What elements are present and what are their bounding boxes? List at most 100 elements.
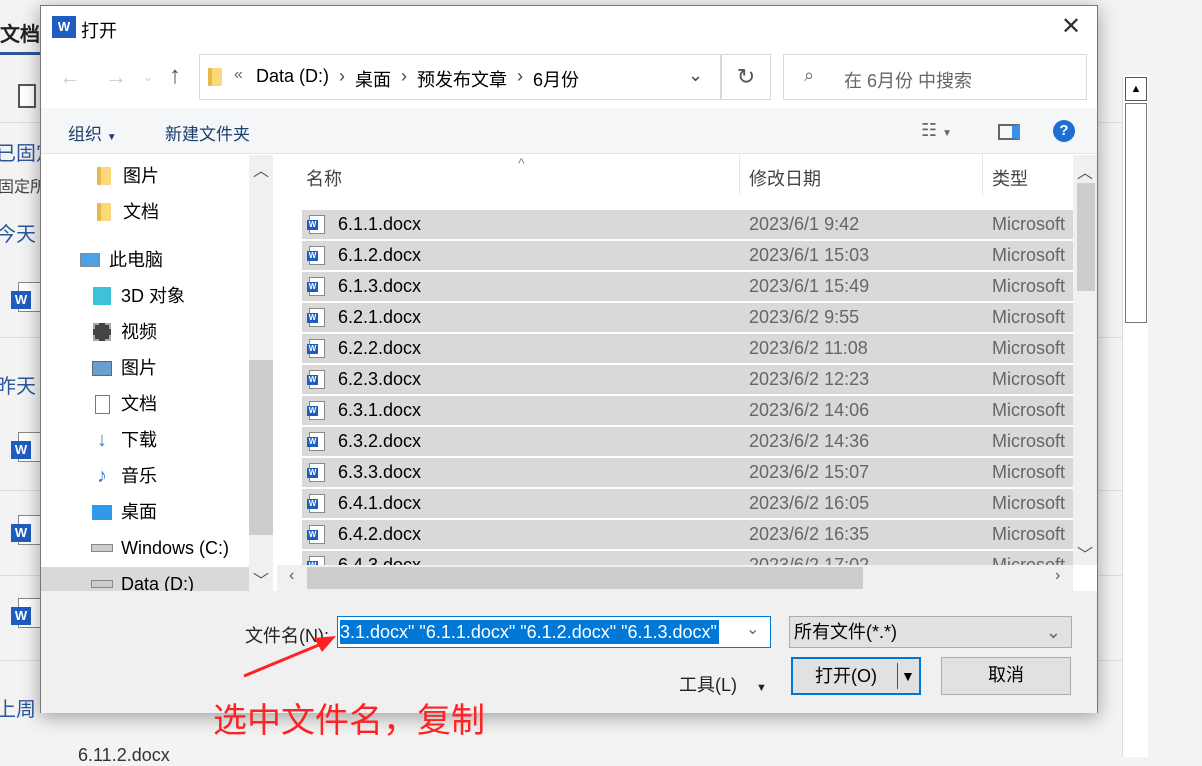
file-date: 2023/6/2 12:23	[749, 369, 870, 389]
nav-item-label: 图片	[121, 358, 157, 378]
up-icon[interactable]: ↑	[169, 62, 181, 90]
path-overflow[interactable]: «	[234, 66, 243, 84]
nav-item-label: 图片	[123, 166, 159, 186]
tools-button[interactable]: 工具(L) ▼	[679, 671, 767, 697]
search-placeholder: 在 6月份 中搜索	[844, 71, 973, 91]
dialog-title: 打开	[81, 21, 117, 41]
bg-scrollbar[interactable]: ▲	[1122, 75, 1148, 757]
column-header-type[interactable]: 类型	[992, 165, 1028, 191]
view-options-icon[interactable]: ☷ ▼	[921, 120, 952, 141]
nav-item[interactable]: Windows (C:)	[91, 531, 229, 565]
nav-item-label: 桌面	[121, 502, 157, 522]
breadcrumb-item[interactable]: 桌面	[355, 66, 391, 92]
word-doc-icon: W	[307, 432, 325, 451]
help-icon[interactable]: ?	[1053, 120, 1075, 142]
filename-selected-text: 3.1.docx" "6.1.1.docx" "6.1.2.docx" "6.1…	[340, 620, 719, 644]
recent-chevron-icon[interactable]: ⌄	[143, 70, 153, 84]
organize-button[interactable]: 组织 ▼	[68, 120, 117, 145]
file-row[interactable]: W 6.3.1.docx 2023/6/2 14:06 Microsoft	[302, 396, 1073, 425]
column-header-date[interactable]: 修改日期	[749, 165, 821, 191]
word-doc-icon: W	[307, 370, 325, 389]
word-doc-icon: W	[307, 525, 325, 544]
file-row[interactable]: W 6.4.2.docx 2023/6/2 16:35 Microsoft	[302, 520, 1073, 549]
nav-item[interactable]: 图片	[91, 351, 157, 385]
file-row[interactable]: W 6.4.1.docx 2023/6/2 16:05 Microsoft	[302, 489, 1073, 518]
bg-file-name[interactable]: 6.11.2.docx	[78, 745, 170, 766]
bg-new-doc-icon[interactable]	[18, 84, 36, 108]
filename-input[interactable]: 3.1.docx" "6.1.1.docx" "6.1.2.docx" "6.1…	[337, 616, 771, 648]
list-vertical-scrollbar[interactable]: ︿ ﹀	[1073, 155, 1097, 565]
file-list: ^ 名称 修改日期 类型 W 6.1.1.docx 2023/6/1 9:42 Mic…	[277, 155, 1097, 591]
breadcrumb-item[interactable]: Data (D:)	[256, 66, 329, 92]
cancel-button[interactable]: 取消	[941, 657, 1071, 695]
nav-item-label: 此电脑	[109, 250, 163, 270]
bg-last-week: 上周	[0, 699, 36, 721]
file-row[interactable]: W 6.2.1.docx 2023/6/2 9:55 Microsoft	[302, 303, 1073, 332]
bg-title: 文档	[0, 24, 40, 46]
file-name: 6.1.2.docx	[338, 245, 422, 265]
folder-icon	[208, 68, 222, 86]
3d-objects-icon	[91, 287, 113, 305]
file-type: Microsoft	[992, 245, 1066, 265]
nav-item[interactable]: Data (D:)	[41, 567, 249, 591]
nav-item[interactable]: 视频	[91, 315, 157, 349]
file-name: 6.2.1.docx	[338, 307, 422, 327]
filetype-select[interactable]: 所有文件(*.*) ⌄	[789, 616, 1072, 648]
file-name: 6.3.3.docx	[338, 462, 422, 482]
video-icon	[91, 323, 113, 341]
file-row[interactable]: W 6.1.3.docx 2023/6/1 15:49 Microsoft	[302, 272, 1073, 301]
address-dropdown-icon[interactable]: ⌄	[688, 65, 703, 86]
nav-item[interactable]: 文档	[93, 195, 159, 229]
nav-item[interactable]: ↓ 下载	[91, 423, 157, 457]
folder-icon	[93, 167, 115, 185]
file-name: 6.3.1.docx	[338, 400, 422, 420]
address-bar[interactable]: « Data (D:) › 桌面 › 预发布文章 › 6月份 ⌄	[199, 54, 721, 100]
documents-icon	[91, 394, 113, 414]
nav-item-label: 文档	[121, 394, 157, 414]
toolbar: 组织 ▼ 新建文件夹 ☷ ▼ ?	[41, 108, 1097, 154]
download-icon: ↓	[97, 429, 107, 451]
file-type: Microsoft	[992, 400, 1066, 420]
filename-dropdown-icon[interactable]: ⌄	[746, 619, 759, 639]
file-row[interactable]: W 6.1.2.docx 2023/6/1 15:03 Microsoft	[302, 241, 1073, 270]
file-name: 6.2.3.docx	[338, 369, 422, 389]
breadcrumb: Data (D:) › 桌面 › 预发布文章 › 6月份	[256, 66, 580, 92]
file-row[interactable]: W 6.1.1.docx 2023/6/1 9:42 Microsoft	[302, 210, 1073, 239]
nav-item[interactable]: ♪ 音乐	[91, 459, 157, 493]
nav-item[interactable]: 图片	[93, 159, 159, 193]
dialog-titlebar: W 打开 ✕	[41, 6, 1097, 50]
folder-icon	[93, 203, 115, 221]
forward-icon[interactable]: →	[105, 64, 127, 90]
nav-scrollbar[interactable]: ︿ ﹀	[249, 155, 273, 591]
nav-item[interactable]: 3D 对象	[91, 279, 185, 313]
file-date: 2023/6/1 15:03	[749, 245, 870, 265]
file-row[interactable]: W 6.3.2.docx 2023/6/2 14:36 Microsoft	[302, 427, 1073, 456]
nav-item[interactable]: 此电脑	[79, 243, 163, 277]
file-row[interactable]: W 6.2.2.docx 2023/6/2 11:08 Microsoft	[302, 334, 1073, 363]
list-horizontal-scrollbar[interactable]: ‹ ›	[277, 565, 1073, 591]
file-name: 6.1.3.docx	[338, 276, 422, 296]
breadcrumb-item[interactable]: 预发布文章	[417, 66, 507, 92]
file-row[interactable]: W 6.3.3.docx 2023/6/2 15:07 Microsoft	[302, 458, 1073, 487]
open-file-dialog: W 打开 ✕ ← → ⌄ ↑ « Data (D:) › 桌面 › 预发布文章 › 6…	[40, 5, 1098, 713]
file-type: Microsoft	[992, 524, 1066, 544]
word-doc-icon: W	[307, 339, 325, 358]
nav-item[interactable]: 文档	[91, 387, 157, 421]
file-date: 2023/6/1 15:49	[749, 276, 870, 296]
new-folder-button[interactable]: 新建文件夹	[165, 120, 250, 145]
file-name: 6.4.2.docx	[338, 524, 422, 544]
breadcrumb-item[interactable]: 6月份	[533, 66, 579, 92]
drive-icon	[91, 580, 113, 588]
nav-item[interactable]: 桌面	[91, 495, 157, 529]
search-input[interactable]: ⌕ 在 6月份 中搜索	[783, 54, 1087, 100]
preview-pane-icon[interactable]	[998, 124, 1020, 140]
file-row[interactable]: W 6.2.3.docx 2023/6/2 12:23 Microsoft	[302, 365, 1073, 394]
file-type: Microsoft	[992, 431, 1066, 451]
refresh-icon[interactable]: ↻	[721, 54, 771, 100]
close-icon[interactable]: ✕	[1061, 12, 1081, 41]
column-header-name[interactable]: 名称	[306, 165, 342, 191]
back-icon[interactable]: ←	[59, 64, 81, 90]
file-name: 6.4.1.docx	[338, 493, 422, 513]
word-doc-icon: W	[307, 215, 325, 234]
open-button[interactable]: 打开(O) ▼	[791, 657, 921, 695]
